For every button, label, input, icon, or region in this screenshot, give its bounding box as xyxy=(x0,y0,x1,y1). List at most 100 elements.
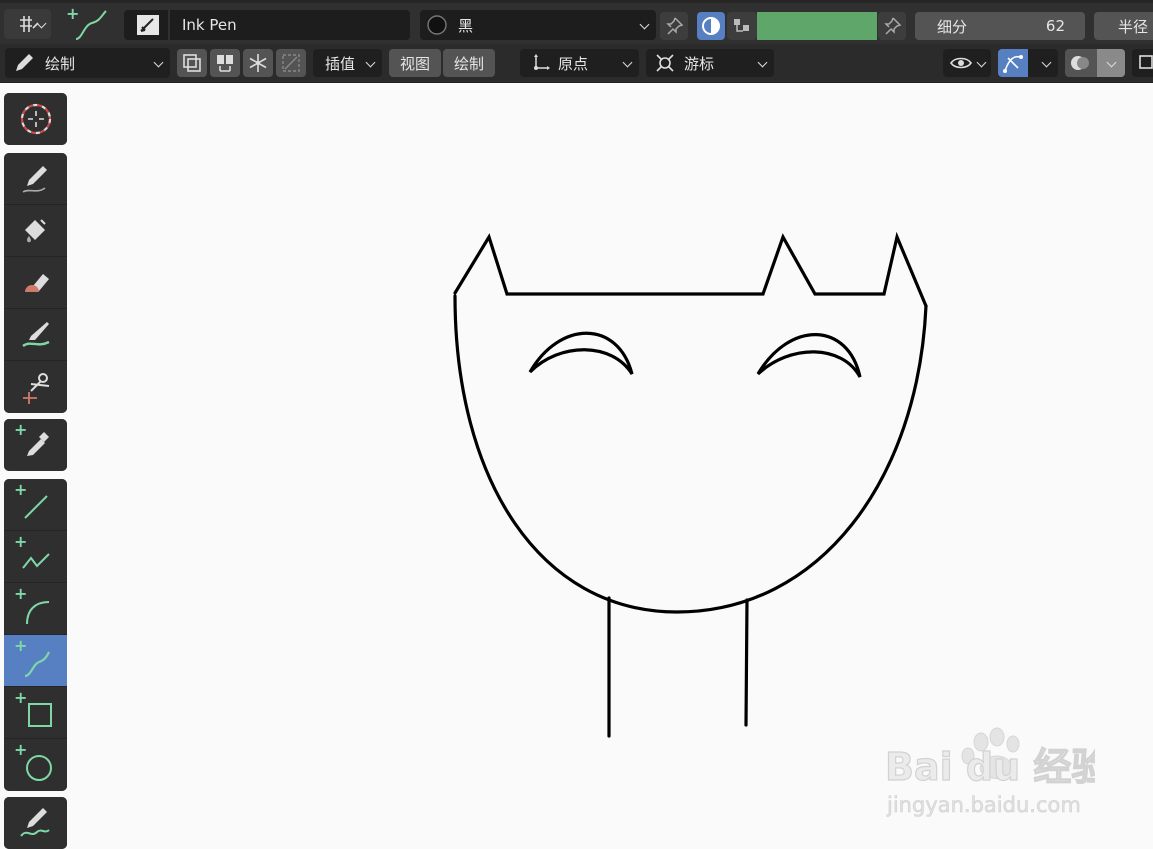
chevron-down-icon xyxy=(365,57,376,68)
pin-strength-button[interactable] xyxy=(878,12,906,40)
cursor-icon xyxy=(20,103,51,135)
gizmo-menu[interactable] xyxy=(998,49,1058,77)
interpolate-label: 插值 xyxy=(325,54,356,73)
brush-selector[interactable]: Ink Pen xyxy=(124,10,410,40)
cursor-label: 游标 xyxy=(684,54,715,73)
tool-fill[interactable] xyxy=(4,205,67,257)
active-tool-curve-button[interactable]: + xyxy=(60,5,114,45)
add-plus-icon: + xyxy=(14,480,28,499)
right-neck-stroke xyxy=(744,598,749,727)
subdivision-label: 细分 xyxy=(937,17,968,36)
merge-icon xyxy=(217,55,233,72)
origin-label: 原点 xyxy=(558,54,589,73)
curve-icon: + xyxy=(66,5,107,40)
eye-icon xyxy=(950,57,972,69)
mode-label: 绘制 xyxy=(45,54,76,73)
add-plus-icon: + xyxy=(14,584,28,603)
origin-icon xyxy=(534,54,550,70)
pin-material-button[interactable] xyxy=(660,12,688,40)
freeze-toggle[interactable] xyxy=(243,49,273,77)
face-outline-stroke xyxy=(453,294,928,614)
guide-toggle[interactable] xyxy=(276,49,306,77)
strength-color-bar[interactable] xyxy=(757,12,877,40)
draw-icon xyxy=(22,165,47,193)
chevron-down-icon xyxy=(757,57,768,68)
tool-annotate[interactable] xyxy=(4,797,67,849)
auto-merge-toggle[interactable] xyxy=(210,49,240,77)
brush-pen-icon xyxy=(137,15,159,35)
add-plus-icon: + xyxy=(14,740,28,759)
brush-name: Ink Pen xyxy=(182,16,237,34)
color-mode-button[interactable] xyxy=(697,12,725,40)
tool-erase[interactable] xyxy=(4,257,67,309)
tool-cutter[interactable] xyxy=(4,361,67,413)
tool-polyline[interactable]: + xyxy=(4,531,67,583)
material-selector[interactable]: 黑 xyxy=(420,10,656,40)
radius-label: 半径 xyxy=(1118,17,1149,36)
add-plus-icon: + xyxy=(14,420,28,439)
tool-circle[interactable]: + xyxy=(4,739,67,791)
tool-draw[interactable] xyxy=(4,153,67,205)
toolbar-group-paint xyxy=(4,153,67,413)
pin-icon xyxy=(666,17,684,35)
view-menu-label: 视图 xyxy=(399,54,430,73)
vertex-color-button[interactable] xyxy=(727,12,757,40)
tool-eyedropper[interactable]: + xyxy=(4,419,67,471)
pin-icon xyxy=(884,17,902,35)
erase-icon xyxy=(24,273,49,292)
guide-icon xyxy=(282,54,300,72)
visibility-menu[interactable] xyxy=(943,49,991,77)
draw-menu[interactable]: 绘制 xyxy=(443,49,495,77)
chevron-down-icon xyxy=(153,57,164,68)
xray-icon xyxy=(1139,55,1153,69)
draw-menu-label: 绘制 xyxy=(453,54,484,73)
tool-arc[interactable]: + xyxy=(4,583,67,635)
material-name: 黑 xyxy=(458,16,474,35)
subdivision-field[interactable]: 细分 62 xyxy=(915,12,1085,40)
add-plus-icon: + xyxy=(14,636,28,655)
subdivision-value: 62 xyxy=(1045,17,1065,35)
gizmo-icon xyxy=(1003,55,1023,73)
baidu-watermark: Bai du 经验 jingyan.baidu.com xyxy=(885,727,1095,817)
grease-pencil-mode-icon xyxy=(19,16,39,32)
vertex-paint-icon xyxy=(734,19,749,32)
annotate-icon xyxy=(19,808,50,837)
tool-curve[interactable]: + xyxy=(4,635,67,687)
radius-field[interactable]: 半径 xyxy=(1094,12,1153,40)
head-outline-stroke xyxy=(453,231,928,308)
watermark-brand: Bai du 经验 xyxy=(885,745,1095,789)
cursor-plane-icon xyxy=(656,54,674,72)
svg-text:+: + xyxy=(66,5,79,23)
toolbar-group-cursor xyxy=(4,93,67,145)
cutter-icon xyxy=(22,373,49,404)
interpolate-menu[interactable]: 插值 xyxy=(313,49,382,77)
mode-selector[interactable]: 绘制 xyxy=(5,48,170,78)
tool-line[interactable]: + xyxy=(4,479,67,531)
right-eye-stroke xyxy=(756,333,862,378)
chevron-down-icon xyxy=(622,57,633,68)
view-menu[interactable]: 视图 xyxy=(389,49,441,77)
overlay-menu[interactable] xyxy=(1065,49,1125,77)
multiframe-icon xyxy=(183,54,201,72)
tint-icon xyxy=(21,321,50,347)
tool-cursor[interactable] xyxy=(4,93,67,145)
toolbar-group-primitives: + + + + + + xyxy=(4,479,67,791)
overlay-icon xyxy=(1071,56,1089,70)
draw-mode-icon xyxy=(16,54,33,71)
editor-type-menu[interactable] xyxy=(4,9,51,39)
drawing-plane-menu[interactable]: 游标 xyxy=(646,49,774,77)
material-sphere-icon xyxy=(427,15,447,35)
fill-icon xyxy=(24,218,46,242)
tool-tint[interactable] xyxy=(4,309,67,361)
stroke-placement-menu[interactable]: 原点 xyxy=(520,49,639,77)
add-plus-icon: + xyxy=(14,688,28,707)
tool-box[interactable]: + xyxy=(4,687,67,739)
watermark-url: jingyan.baidu.com xyxy=(886,793,1081,817)
add-plus-icon: + xyxy=(14,532,28,551)
xray-toggle[interactable] xyxy=(1132,49,1153,77)
chevron-down-icon xyxy=(639,19,650,30)
viewport-header: 绘制 插值 视图 绘制 原点 游标 xyxy=(0,44,1153,83)
chevron-down-icon xyxy=(976,57,987,68)
color-mode-icon xyxy=(702,17,720,35)
multiframe-toggle[interactable] xyxy=(177,49,207,77)
